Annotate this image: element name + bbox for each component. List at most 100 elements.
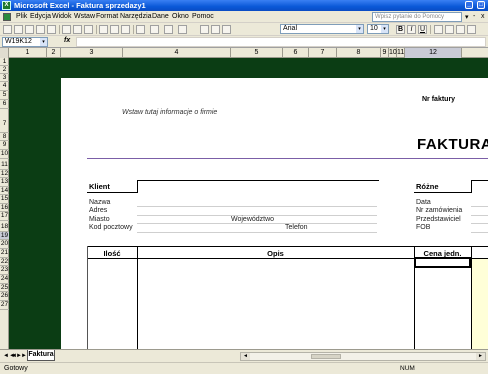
menu-edycja[interactable]: Edycja bbox=[30, 13, 51, 20]
row-header[interactable]: 22 bbox=[0, 258, 9, 266]
paste-icon[interactable] bbox=[121, 25, 130, 34]
row-header[interactable]: 17 bbox=[0, 212, 9, 221]
column-header[interactable]: 11 bbox=[397, 48, 405, 58]
new-icon[interactable] bbox=[3, 25, 12, 34]
align-right-icon[interactable] bbox=[456, 25, 465, 34]
chevron-down-icon[interactable]: ▾ bbox=[40, 38, 47, 46]
print-icon[interactable] bbox=[62, 25, 71, 34]
copy-icon[interactable] bbox=[110, 25, 119, 34]
menu-okno[interactable]: Okno bbox=[172, 13, 189, 20]
row-header[interactable]: 16 bbox=[0, 204, 9, 212]
help-question-input[interactable]: Wpisz pytanie do Pomocy bbox=[372, 12, 462, 22]
row-header[interactable]: 20 bbox=[0, 240, 9, 249]
chevron-down-icon[interactable]: ▾ bbox=[381, 25, 388, 33]
row-header[interactable]: 2 bbox=[0, 66, 9, 74]
font-name-select[interactable]: Arial ▾ bbox=[280, 24, 364, 34]
column-header[interactable]: 9 bbox=[381, 48, 389, 58]
row-header[interactable]: 12 bbox=[0, 170, 9, 178]
align-center-icon[interactable] bbox=[445, 25, 454, 34]
toolbar-separator bbox=[59, 25, 60, 34]
column-header[interactable]: 5 bbox=[231, 48, 283, 58]
row-header[interactable]: 26 bbox=[0, 292, 9, 301]
row-header[interactable]: 3 bbox=[0, 74, 9, 82]
merge-center-icon[interactable] bbox=[467, 25, 476, 34]
permission-icon[interactable] bbox=[36, 25, 45, 34]
row-header[interactable]: 8 bbox=[0, 133, 9, 141]
menu-narzedzia[interactable]: Narzędzia bbox=[120, 13, 152, 20]
horizontal-scrollbar[interactable]: ◄ ► bbox=[240, 352, 486, 361]
row-header[interactable]: 10 bbox=[0, 150, 9, 159]
row-header[interactable]: 25 bbox=[0, 284, 9, 292]
row-header[interactable]: 13 bbox=[0, 178, 9, 187]
row-header[interactable]: 18 bbox=[0, 221, 9, 232]
bold-button[interactable]: B bbox=[396, 25, 405, 34]
column-header[interactable]: 8 bbox=[337, 48, 381, 58]
row-header[interactable]: 9 bbox=[0, 141, 9, 150]
zoom-icon[interactable] bbox=[211, 25, 220, 34]
cut-icon[interactable] bbox=[99, 25, 108, 34]
column-header[interactable]: 7 bbox=[309, 48, 337, 58]
scroll-thumb[interactable] bbox=[311, 354, 341, 359]
row-header[interactable]: 5 bbox=[0, 91, 9, 100]
font-size-select[interactable]: 10 ▾ bbox=[367, 24, 389, 34]
sheet-tab-bar: ◄◄ ◄ ► ►► Faktura ◄ ► bbox=[0, 349, 488, 362]
column-header[interactable]: 1 bbox=[9, 48, 47, 58]
column-header[interactable]: 3 bbox=[61, 48, 123, 58]
menu-widok[interactable]: Widok bbox=[52, 13, 71, 20]
doc-close-button[interactable]: x bbox=[481, 13, 485, 20]
italic-button[interactable]: I bbox=[407, 25, 416, 34]
autosum-icon[interactable] bbox=[164, 25, 173, 34]
scroll-right-icon[interactable]: ► bbox=[476, 353, 485, 360]
chevron-down-icon[interactable]: ▾ bbox=[356, 25, 363, 33]
menu-wstaw[interactable]: Wstaw bbox=[74, 13, 95, 20]
row-header[interactable]: 1 bbox=[0, 58, 9, 66]
row-header[interactable]: 27 bbox=[0, 301, 9, 310]
sheet-tab-faktura[interactable]: Faktura bbox=[27, 350, 55, 361]
menu-plik[interactable]: Plik bbox=[16, 13, 27, 20]
spelling-icon[interactable] bbox=[84, 25, 93, 34]
insert-function-icon[interactable]: fx bbox=[64, 37, 70, 44]
column-header[interactable]: 4 bbox=[123, 48, 231, 58]
row-header[interactable]: 24 bbox=[0, 275, 9, 284]
scroll-left-icon[interactable]: ◄ bbox=[241, 353, 250, 360]
save-icon[interactable] bbox=[25, 25, 34, 34]
column-header[interactable]: 6 bbox=[283, 48, 309, 58]
column-header[interactable]: 10 bbox=[389, 48, 397, 58]
menu-pomoc[interactable]: Pomoc bbox=[192, 13, 214, 20]
chart-wizard-icon[interactable] bbox=[200, 25, 209, 34]
company-info-placeholder[interactable]: Wstaw tutaj informacje o firmie bbox=[122, 109, 217, 116]
workbook-icon[interactable] bbox=[3, 13, 11, 21]
row-header-active[interactable]: 19 bbox=[0, 232, 9, 240]
minimize-button[interactable]: _ bbox=[465, 1, 473, 9]
maximize-button[interactable]: □ bbox=[477, 1, 485, 9]
open-icon[interactable] bbox=[14, 25, 23, 34]
row-header[interactable]: 21 bbox=[0, 249, 9, 258]
column-header-active[interactable]: 12 bbox=[405, 48, 462, 58]
align-left-icon[interactable] bbox=[434, 25, 443, 34]
hyperlink-icon[interactable] bbox=[150, 25, 159, 34]
name-box[interactable]: W19K12 ▾ bbox=[2, 37, 48, 47]
print-preview-icon[interactable] bbox=[73, 25, 82, 34]
row-header[interactable]: 15 bbox=[0, 195, 9, 204]
select-all-corner[interactable] bbox=[0, 48, 9, 58]
description-header: Opis bbox=[267, 249, 284, 258]
active-cell[interactable] bbox=[414, 257, 471, 268]
doc-minimize-button[interactable]: - bbox=[473, 13, 475, 20]
column-header[interactable]: 2 bbox=[47, 48, 61, 58]
email-icon[interactable] bbox=[47, 25, 56, 34]
help-dropdown-arrow-icon[interactable]: ▾ bbox=[465, 13, 469, 21]
help-icon[interactable] bbox=[222, 25, 231, 34]
row-header[interactable]: 23 bbox=[0, 266, 9, 275]
row-header[interactable]: 11 bbox=[0, 159, 9, 170]
row-header[interactable]: 14 bbox=[0, 187, 9, 195]
underline-button[interactable]: U bbox=[418, 25, 427, 34]
menu-dane[interactable]: Dane bbox=[152, 13, 169, 20]
row-header[interactable]: 6 bbox=[0, 100, 9, 109]
formula-input[interactable] bbox=[76, 37, 486, 47]
row-header[interactable]: 4 bbox=[0, 82, 9, 91]
menu-format[interactable]: Format bbox=[96, 13, 118, 20]
worksheet-grid[interactable]: Wstaw tutaj informacje o firmie Nr faktu… bbox=[9, 58, 488, 349]
row-header[interactable]: 7 bbox=[0, 109, 9, 133]
undo-icon[interactable] bbox=[136, 25, 145, 34]
sort-ascending-icon[interactable] bbox=[178, 25, 187, 34]
